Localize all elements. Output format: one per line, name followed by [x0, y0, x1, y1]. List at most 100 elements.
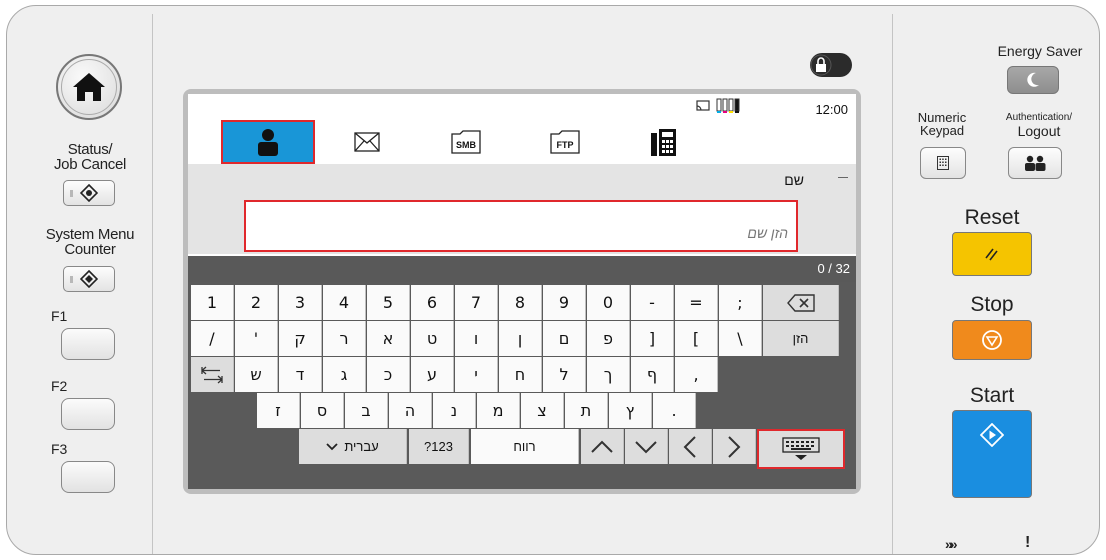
key-8[interactable]: 8: [499, 285, 542, 320]
key-yod[interactable]: י: [455, 357, 498, 392]
key-9[interactable]: 9: [543, 285, 586, 320]
field-divider: [838, 177, 848, 178]
key-5[interactable]: 5: [367, 285, 410, 320]
key-final-tsadi[interactable]: ץ: [609, 393, 652, 428]
arrow-left-key[interactable]: [669, 429, 712, 464]
key-equals[interactable]: =: [675, 285, 718, 320]
key-bracket-close[interactable]: ]: [631, 321, 674, 356]
key-minus[interactable]: -: [631, 285, 674, 320]
arrow-right-key[interactable]: [713, 429, 756, 464]
start-label: Start: [969, 384, 1015, 407]
key-tet[interactable]: ט: [411, 321, 454, 356]
key-comma[interactable]: ,: [675, 357, 718, 392]
status-icons: [696, 98, 742, 114]
data-indicator-icon: »»: [945, 536, 957, 552]
key-nun[interactable]: נ: [433, 393, 476, 428]
key-samekh[interactable]: ס: [301, 393, 344, 428]
key-slash[interactable]: /: [191, 321, 234, 356]
numeric-keypad-label: Numeric Keypad: [917, 110, 967, 138]
key-dalet[interactable]: ד: [279, 357, 322, 392]
authentication-logout-button[interactable]: [1008, 147, 1062, 179]
key-apostrophe[interactable]: ': [235, 321, 278, 356]
field-label: שם: [784, 172, 804, 188]
key-bet[interactable]: ב: [345, 393, 388, 428]
home-button[interactable]: [56, 54, 122, 120]
key-lamed[interactable]: ל: [543, 357, 586, 392]
energy-saver-label: Energy Saver: [997, 43, 1083, 59]
key-tsadi[interactable]: צ: [521, 393, 564, 428]
chevron-left-icon: [683, 435, 696, 458]
key-7[interactable]: 7: [455, 285, 498, 320]
key-qof[interactable]: ק: [279, 321, 322, 356]
key-backslash[interactable]: \: [719, 321, 762, 356]
key-he[interactable]: ה: [389, 393, 432, 428]
key-final-kaf[interactable]: ך: [587, 357, 630, 392]
key-kaf[interactable]: כ: [367, 357, 410, 392]
f3-button[interactable]: [61, 461, 115, 493]
key-tav[interactable]: ת: [565, 393, 608, 428]
key-ayin[interactable]: ע: [411, 357, 454, 392]
start-icon: [980, 423, 1004, 447]
destination-tabs: SMB FTP: [188, 120, 856, 164]
email-tab[interactable]: [320, 120, 414, 164]
key-2[interactable]: 2: [235, 285, 278, 320]
system-menu-counter-button[interactable]: [63, 266, 115, 292]
f1-button[interactable]: [61, 328, 115, 360]
key-resh[interactable]: ר: [323, 321, 366, 356]
stop-button[interactable]: [952, 320, 1032, 360]
person-icon: [258, 129, 278, 156]
fax-tab[interactable]: [617, 120, 711, 164]
key-semicolon[interactable]: ;: [719, 285, 762, 320]
key-pe[interactable]: פ: [587, 321, 630, 356]
key-period[interactable]: .: [653, 393, 696, 428]
key-3[interactable]: 3: [279, 285, 322, 320]
energy-saver-button[interactable]: [1007, 66, 1059, 94]
name-entry-area: שם: [188, 164, 856, 254]
language-select[interactable]: עברית: [299, 429, 407, 464]
chevron-down-icon: [635, 440, 657, 453]
arrow-down-key[interactable]: [625, 429, 668, 464]
space-key[interactable]: רווח: [471, 429, 579, 464]
key-bracket-open[interactable]: [: [675, 321, 718, 356]
key-6[interactable]: 6: [411, 285, 454, 320]
numeric-keypad-button[interactable]: [920, 147, 966, 179]
key-final-pe[interactable]: ף: [631, 357, 674, 392]
key-zayin[interactable]: ז: [257, 393, 300, 428]
status-job-cancel-label: Status/ Job Cancel: [53, 141, 127, 173]
key-vav[interactable]: ו: [455, 321, 498, 356]
f2-button[interactable]: [61, 398, 115, 430]
status-job-cancel-button[interactable]: [63, 180, 115, 206]
stop-icon: [982, 330, 1002, 350]
key-final-mem[interactable]: ם: [543, 321, 586, 356]
key-mem[interactable]: מ: [477, 393, 520, 428]
keyboard-toggle-key[interactable]: [757, 429, 845, 469]
clock: 12:00: [815, 102, 848, 117]
address-book-tab[interactable]: [221, 120, 315, 164]
home-icon: [73, 73, 105, 101]
name-input[interactable]: [244, 200, 798, 252]
key-het[interactable]: ח: [499, 357, 542, 392]
numeric-mode-key[interactable]: ?123: [409, 429, 469, 464]
start-button[interactable]: [952, 410, 1032, 498]
svg-text:SMB: SMB: [456, 140, 477, 150]
reset-button[interactable]: [952, 232, 1032, 276]
key-alef[interactable]: א: [367, 321, 410, 356]
key-1[interactable]: 1: [191, 285, 234, 320]
key-0[interactable]: 0: [587, 285, 630, 320]
key-gimel[interactable]: ג: [323, 357, 366, 392]
counter-bar: 0 / 32: [188, 256, 856, 282]
chevron-up-icon: [591, 440, 613, 453]
key-4[interactable]: 4: [323, 285, 366, 320]
enter-key[interactable]: הזן: [763, 321, 839, 356]
arrow-up-key[interactable]: [581, 429, 624, 464]
backspace-key[interactable]: [763, 285, 839, 320]
ftp-tab[interactable]: FTP: [518, 120, 612, 164]
lock-toggle[interactable]: [809, 52, 853, 78]
smb-tab[interactable]: SMB: [419, 120, 513, 164]
keyboard-icon: [781, 437, 820, 460]
key-final-nun[interactable]: ן: [499, 321, 542, 356]
key-shin[interactable]: ש: [235, 357, 278, 392]
tab-key[interactable]: [191, 357, 234, 392]
authentication-logout-label: Authentication/ Logout: [1005, 112, 1073, 139]
reset-label: Reset: [964, 206, 1020, 229]
